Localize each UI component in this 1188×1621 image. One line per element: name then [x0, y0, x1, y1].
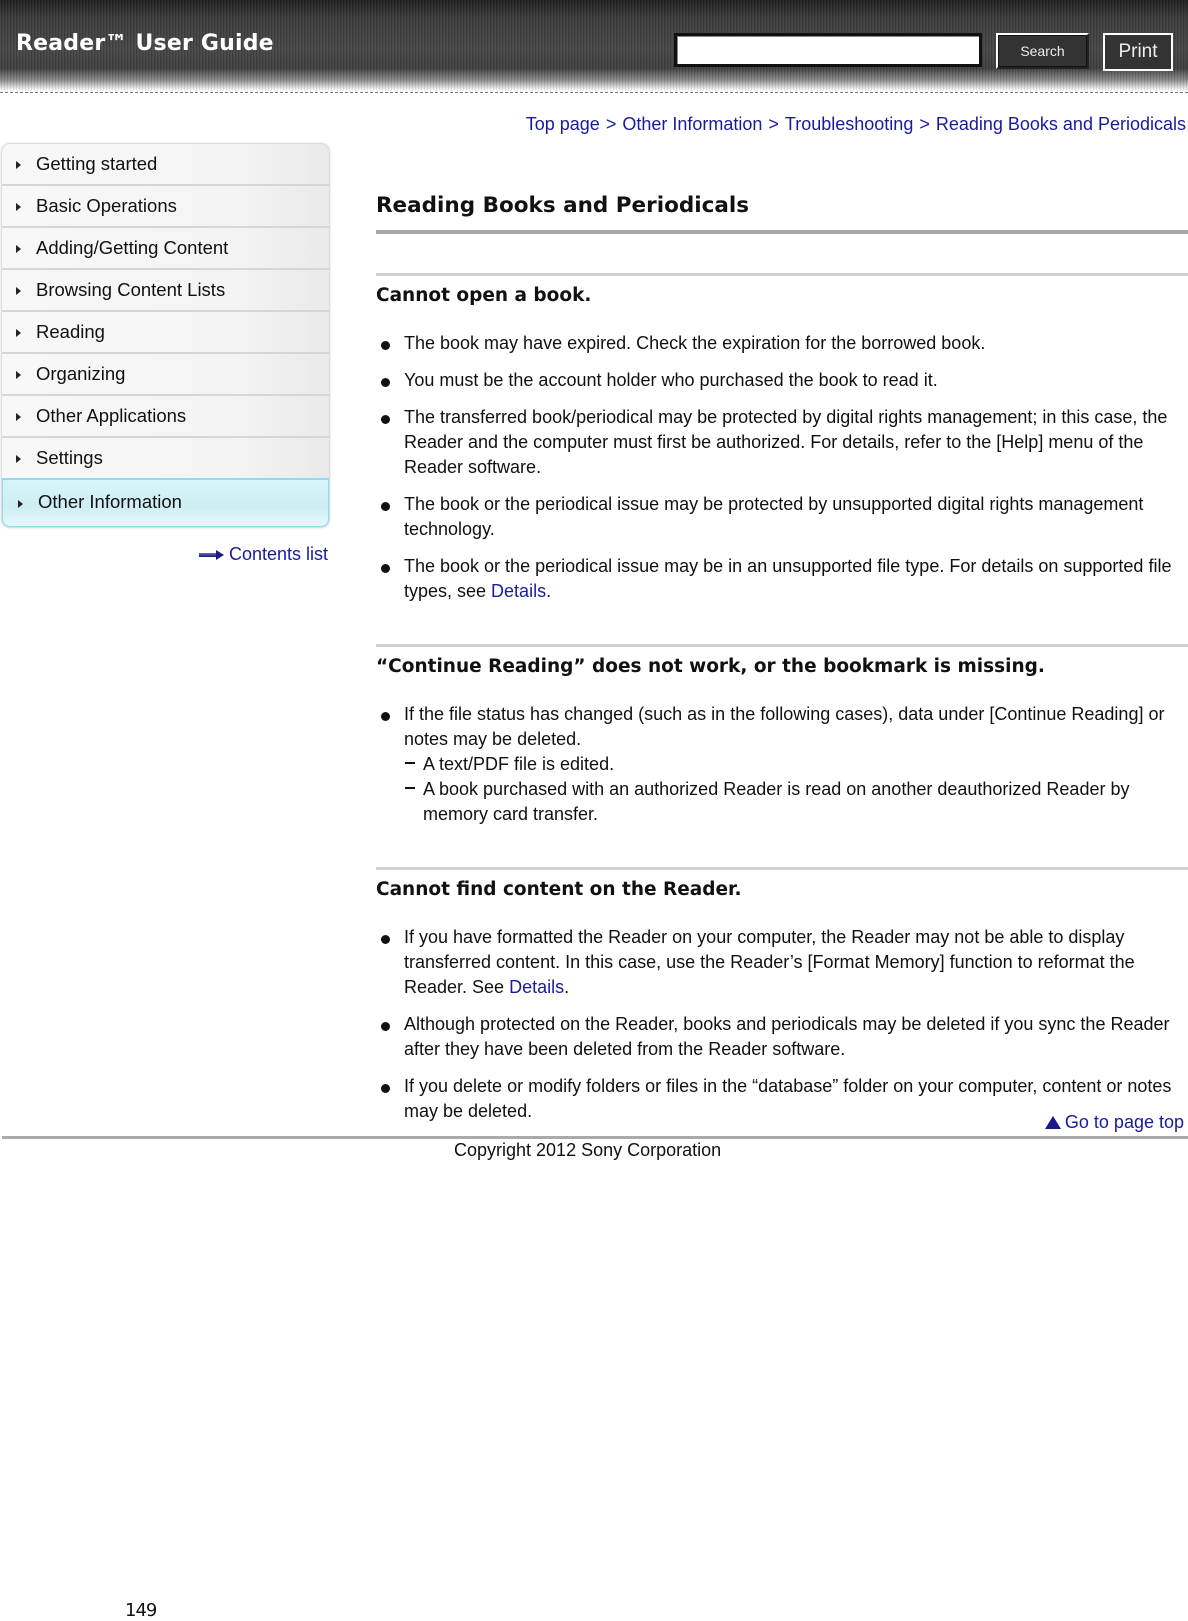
list-item-text: . [564, 977, 570, 997]
breadcrumb-separator: > [605, 114, 617, 134]
list-item: The book or the periodical issue may be … [376, 554, 1188, 604]
sub-list-item: A text/PDF file is edited. [404, 752, 1188, 777]
breadcrumb-troubleshooting[interactable]: Troubleshooting [785, 114, 913, 134]
sidebar-item-other-information[interactable]: Other Information [2, 478, 329, 527]
sidebar-item-label: Other Applications [36, 405, 187, 426]
bullet-list: If you have formatted the Reader on your… [376, 925, 1188, 1124]
contents-list-link[interactable]: Contents list [198, 544, 328, 565]
section-heading: Cannot find content on the Reader. [376, 879, 742, 900]
list-item: If you have formatted the Reader on your… [376, 925, 1188, 1000]
copyright: Copyright 2012 Sony Corporation [454, 1140, 722, 1160]
bullet-list: The book may have expired. Check the exp… [376, 331, 1188, 604]
list-item-text: The book may have expired. Check the exp… [404, 333, 986, 353]
caret-right-icon [16, 287, 21, 295]
sidebar-item-basic-operations[interactable]: Basic Operations [2, 186, 329, 228]
list-item-text: You must be the account holder who purch… [404, 370, 938, 390]
list-item: You must be the account holder who purch… [376, 368, 1188, 393]
list-item: The transferred book/periodical may be p… [376, 405, 1188, 480]
main-content: Reading Books and Periodicals Cannot ope… [376, 190, 1188, 1124]
list-item: Although protected on the Reader, books … [376, 1012, 1188, 1062]
caret-right-icon [16, 161, 21, 169]
arrow-right-icon [198, 549, 225, 560]
sidebar-item-adding-getting-content[interactable]: Adding/Getting Content [2, 228, 329, 270]
list-item-text: The book or the periodical issue may be … [404, 494, 1144, 539]
sidebar-item-label: Basic Operations [36, 195, 177, 216]
section-cannot-open-book: Cannot open a book. The book may have ex… [376, 273, 1188, 604]
list-item: The book may have expired. Check the exp… [376, 331, 1188, 356]
caret-right-icon [16, 245, 21, 253]
caret-right-icon [16, 203, 21, 211]
breadcrumb: Top page > Other Information > Troubleshooti… [526, 114, 1186, 135]
sidebar-item-getting-started[interactable]: Getting started [2, 144, 329, 186]
section-heading: Cannot open a book. [376, 285, 592, 306]
list-item: If the file status has changed (such as … [376, 702, 1188, 827]
details-link[interactable]: Details [491, 581, 546, 601]
sidebar-item-reading[interactable]: Reading [2, 312, 329, 354]
sidebar-item-label: Browsing Content Lists [36, 279, 226, 300]
search-button[interactable]: Search [996, 33, 1089, 69]
app-title: Reader™ User Guide [16, 31, 274, 56]
caret-right-icon [16, 329, 21, 337]
sidebar-item-settings[interactable]: Settings [2, 438, 329, 480]
search-input[interactable] [674, 33, 982, 67]
go-to-page-top-label: Go to page top [1064, 1112, 1184, 1132]
list-item: The book or the periodical issue may be … [376, 492, 1188, 542]
bullet-list: If the file status has changed (such as … [376, 702, 1188, 827]
caret-right-icon [16, 455, 21, 463]
sub-list-item: A book purchased with an authorized Read… [404, 777, 1188, 827]
sidebar-item-label: Other Information [38, 491, 182, 512]
sidebar-nav: Getting started Basic Operations Adding/… [1, 143, 330, 528]
section-heading: “Continue Reading” does not work, or the… [376, 656, 1045, 677]
sidebar-item-label: Settings [36, 447, 103, 468]
print-button[interactable]: Print [1103, 33, 1173, 71]
sidebar-item-browsing-content-lists[interactable]: Browsing Content Lists [2, 270, 329, 312]
breadcrumb-top-page[interactable]: Top page [526, 114, 600, 134]
caret-right-icon [16, 371, 21, 379]
list-item-text: If the file status has changed (such as … [404, 704, 1165, 749]
contents-list-label: Contents list [228, 544, 328, 564]
sub-list: A text/PDF file is edited. A book purcha… [404, 752, 1188, 827]
footer-divider [2, 1136, 1188, 1139]
header-divider [0, 92, 1188, 93]
list-item-text: The transferred book/periodical may be p… [404, 407, 1168, 477]
list-item-text: Although protected on the Reader, books … [404, 1014, 1170, 1059]
caret-right-icon [18, 500, 23, 508]
breadcrumb-separator: > [919, 114, 930, 134]
triangle-up-icon [1044, 1116, 1061, 1129]
section-cannot-find-content: Cannot find content on the Reader. If yo… [376, 867, 1188, 1124]
sidebar-item-organizing[interactable]: Organizing [2, 354, 329, 396]
sidebar-item-label: Getting started [36, 153, 158, 174]
sidebar-item-label: Organizing [36, 363, 126, 384]
page-title: Reading Books and Periodicals [376, 190, 1188, 234]
header-bar: Reader™ User Guide Search Print [0, 0, 1188, 91]
sidebar-item-label: Adding/Getting Content [36, 237, 229, 258]
breadcrumb-current-page[interactable]: Reading Books and Periodicals [936, 114, 1186, 134]
section-continue-reading: “Continue Reading” does not work, or the… [376, 644, 1188, 827]
sidebar-item-other-applications[interactable]: Other Applications [2, 396, 329, 438]
breadcrumb-separator: > [768, 114, 779, 134]
details-link[interactable]: Details [509, 977, 564, 997]
go-to-page-top-link[interactable]: Go to page top [1044, 1112, 1184, 1133]
caret-right-icon [16, 413, 21, 421]
sidebar-item-label: Reading [36, 321, 105, 342]
list-item-text: . [546, 581, 552, 601]
page-number: 149 [125, 1600, 157, 1621]
breadcrumb-other-information[interactable]: Other Information [622, 114, 762, 134]
